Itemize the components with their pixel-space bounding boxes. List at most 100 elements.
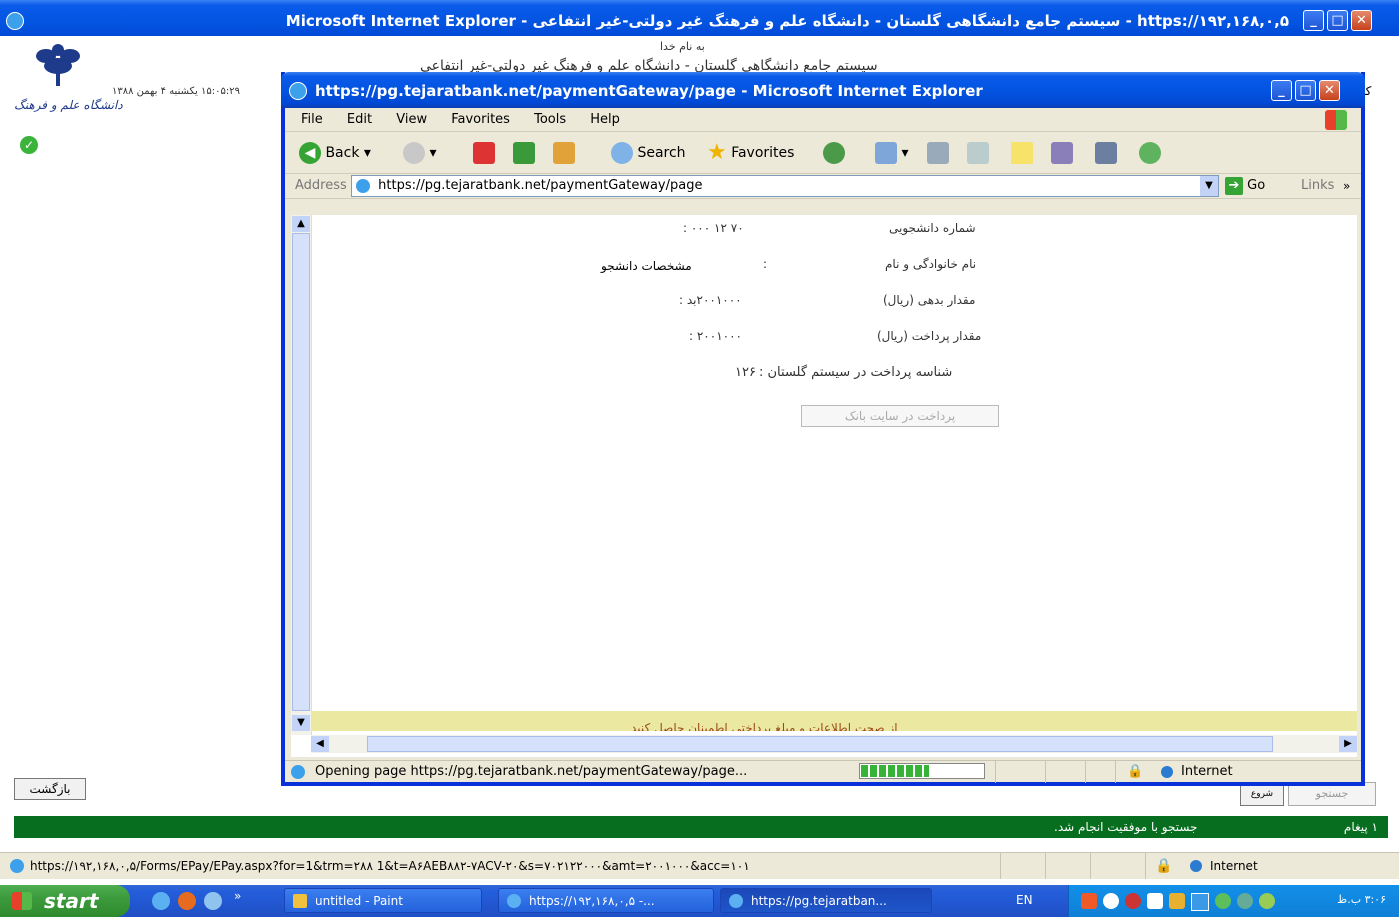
- menu-help[interactable]: Help: [590, 112, 620, 127]
- lock-icon: 🔒: [1127, 764, 1144, 779]
- start-button[interactable]: start: [0, 885, 130, 917]
- start-label: start: [44, 889, 99, 913]
- home-button[interactable]: [553, 136, 575, 170]
- star-icon: ★: [707, 140, 727, 165]
- clock[interactable]: ۳:۰۶ ب.ظ: [1337, 893, 1386, 906]
- outer-status-zone: Internet: [1210, 859, 1258, 873]
- tray-icon[interactable]: [1125, 893, 1141, 909]
- popup-window: https://pg.tejaratbank.net/paymentGatewa…: [281, 72, 1365, 786]
- taskbar-item-label: https://۱۹۲,۱۶۸,۰,۵ -...: [529, 894, 655, 908]
- info-bar: از صحت اطلاعات و مبلغ پرداختی اطمینان حا…: [311, 711, 1357, 731]
- menu-tools[interactable]: Tools: [534, 112, 566, 127]
- payment-id-label: شناسه پرداخت در سیستم گلستان :: [759, 365, 953, 380]
- ie2-quicklaunch-icon[interactable]: [204, 892, 222, 910]
- paint-icon: [293, 894, 307, 908]
- links-chevron-icon[interactable]: »: [1343, 174, 1350, 198]
- tray-icon[interactable]: [1081, 893, 1097, 909]
- discuss-button[interactable]: [1051, 136, 1073, 170]
- go-arrow-icon: ➔: [1225, 176, 1243, 195]
- forward-arrow-icon: [403, 142, 425, 164]
- popup-statusbar: Opening page https://pg.tejaratbank.net/…: [285, 760, 1361, 783]
- address-value: https://pg.tejaratbank.net/paymentGatewa…: [378, 178, 703, 193]
- close-button[interactable]: ✕: [1351, 10, 1372, 31]
- h-scroll-thumb[interactable]: [367, 736, 1273, 752]
- scroll-right-icon[interactable]: ▶: [1339, 736, 1357, 752]
- scroll-thumb[interactable]: [292, 233, 310, 711]
- firefox-quicklaunch-icon[interactable]: [178, 892, 196, 910]
- back-return-button[interactable]: بازگشت: [14, 778, 86, 800]
- scroll-up-icon[interactable]: ▲: [292, 216, 310, 232]
- tray-icon[interactable]: [1147, 893, 1163, 909]
- forward-button[interactable]: ▾: [403, 136, 436, 170]
- back-button[interactable]: ◀ Back ▾: [299, 136, 371, 170]
- outer-statusbar: https://۱۹۲,۱۶۸,۰,۵/Forms/EPay/EPay.aspx…: [0, 852, 1399, 879]
- pay-at-bank-button[interactable]: پرداخت در سایت بانک: [801, 405, 999, 427]
- refresh-icon: [513, 142, 535, 164]
- search-toolbar-button[interactable]: Search: [611, 136, 686, 170]
- page-icon: [291, 765, 305, 779]
- tray-icon[interactable]: [1191, 893, 1209, 911]
- language-indicator[interactable]: EN: [1016, 893, 1033, 907]
- stop-button[interactable]: [473, 136, 495, 170]
- name-colon: :: [763, 257, 768, 271]
- status-message: جستجو با موفقیت انجام شد.: [1054, 820, 1198, 834]
- payment-value: ۲۰۰۱۰۰۰ :: [689, 329, 742, 343]
- messenger-button[interactable]: [1139, 136, 1161, 170]
- minimize-button[interactable]: _: [1303, 10, 1324, 31]
- edit-icon: [967, 142, 989, 164]
- debt-label: مقدار بدهی (ریال): [883, 293, 976, 307]
- edit-button[interactable]: [967, 136, 989, 170]
- taskbar-item-paint[interactable]: untitled - Paint: [284, 888, 482, 913]
- notes-button[interactable]: [1011, 136, 1033, 170]
- status-cell: [1085, 761, 1086, 783]
- status-cell: [1045, 761, 1046, 783]
- student-number-value: ۷۰ ۱۲ ۰۰۰ :: [683, 221, 744, 235]
- tray-icon[interactable]: [1237, 893, 1253, 909]
- favorites-label: Favorites: [731, 145, 795, 161]
- tray-icon[interactable]: [1103, 893, 1119, 909]
- scroll-down-icon[interactable]: ▼: [292, 715, 310, 731]
- page-icon: [10, 859, 24, 873]
- status-cell-4: [1145, 853, 1146, 879]
- back-label: Back: [325, 145, 360, 161]
- vertical-scrollbar[interactable]: ▲ ▼: [291, 215, 312, 735]
- quicklaunch-chevron-icon[interactable]: »: [234, 889, 241, 903]
- header-basmala: به نام خدا: [660, 40, 705, 53]
- address-input[interactable]: https://pg.tejaratbank.net/paymentGatewa…: [351, 175, 1219, 197]
- menu-favorites[interactable]: Favorites: [451, 112, 510, 127]
- status-cell: [1115, 761, 1116, 783]
- search-label: Search: [637, 145, 686, 161]
- mail-button[interactable]: ▾: [875, 136, 908, 170]
- popup-status-zone: Internet: [1181, 764, 1233, 779]
- messenger-icon: [1139, 142, 1161, 164]
- taskbar-item-tejarat[interactable]: https://pg.tejaratban...: [720, 888, 932, 913]
- tray-icon[interactable]: [1259, 893, 1275, 909]
- maximize-button[interactable]: □: [1327, 10, 1348, 31]
- history-button[interactable]: [823, 136, 845, 170]
- menu-view[interactable]: View: [396, 112, 427, 127]
- menu-file[interactable]: File: [301, 112, 323, 127]
- taskbar: start » untitled - Paint https://۱۹۲,۱۶۸…: [0, 885, 1399, 917]
- tray-icon[interactable]: [1215, 893, 1231, 909]
- progress-fill: [861, 765, 930, 777]
- scroll-left-icon[interactable]: ◀: [311, 736, 329, 752]
- refresh-button[interactable]: [513, 136, 535, 170]
- address-dropdown-icon[interactable]: ▼: [1200, 176, 1218, 196]
- links-label[interactable]: Links: [1301, 174, 1334, 198]
- close-button[interactable]: ✕: [1319, 80, 1340, 101]
- go-button[interactable]: ➔ Go: [1225, 174, 1265, 198]
- ie-quicklaunch-icon[interactable]: [152, 892, 170, 910]
- name-label: نام خانوادگی و نام: [885, 257, 977, 271]
- horizontal-scrollbar[interactable]: ◀ ▶: [311, 735, 1357, 753]
- research-button[interactable]: [1095, 136, 1117, 170]
- pay-at-bank-label: پرداخت در سایت بانک: [844, 409, 956, 423]
- globe-icon: [1161, 766, 1173, 778]
- minimize-button[interactable]: _: [1271, 80, 1292, 101]
- print-button[interactable]: [927, 136, 949, 170]
- favorites-button[interactable]: ★ Favorites: [707, 136, 794, 170]
- back-return-label: بازگشت: [29, 782, 71, 796]
- menu-edit[interactable]: Edit: [347, 112, 372, 127]
- maximize-button[interactable]: □: [1295, 80, 1316, 101]
- tray-icon[interactable]: [1169, 893, 1185, 909]
- taskbar-item-golestan[interactable]: https://۱۹۲,۱۶۸,۰,۵ -...: [498, 888, 714, 913]
